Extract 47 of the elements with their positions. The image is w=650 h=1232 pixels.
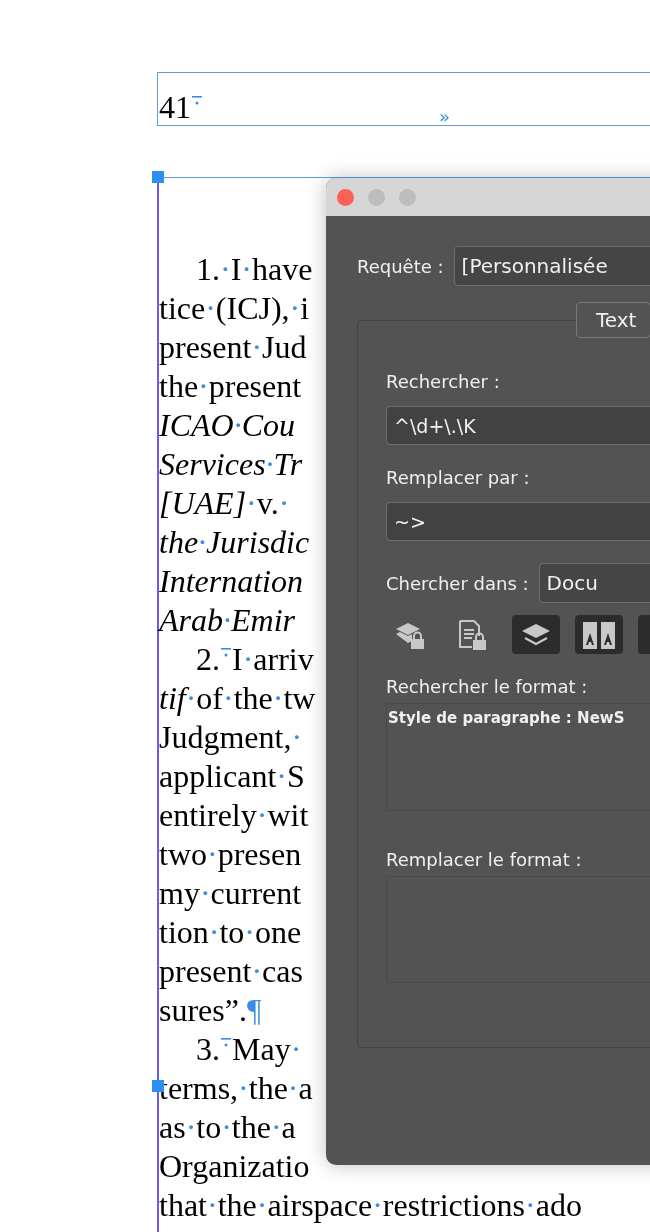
text-line: applicant·S <box>159 758 305 794</box>
text-line: Arab·Emir <box>159 602 295 638</box>
page-number: 41 <box>159 89 191 125</box>
text-line: [UAE]·v.· <box>159 485 290 521</box>
toggle-button[interactable] <box>575 615 623 654</box>
minimize-button[interactable] <box>368 188 385 206</box>
query-label: Requête : <box>357 255 444 277</box>
search-in-label: Chercher dans : <box>386 572 529 594</box>
toggle-button[interactable] <box>512 615 560 654</box>
replace-label: Remplacer par : <box>386 467 530 488</box>
text-line: Services·Tr <box>159 446 303 482</box>
paragraph-number: 3. <box>196 1031 220 1067</box>
query-dropdown[interactable]: [Personnalisée <box>453 246 650 286</box>
close-button[interactable] <box>337 188 354 206</box>
paragraph-number: 2. <box>196 641 220 677</box>
text-line: Internation <box>159 563 303 599</box>
text-line: tion·to·one <box>159 914 302 950</box>
find-format-box[interactable]: Style de paragraphe : NewS <box>386 703 650 811</box>
text-line: two·presen <box>159 836 302 872</box>
find-field[interactable]: ^\d+\.\K <box>386 406 650 445</box>
find-format-label: Rechercher le format : <box>386 676 588 697</box>
find-label: Rechercher : <box>386 371 500 392</box>
overflow-mark: » <box>439 106 450 127</box>
zoom-button[interactable] <box>399 188 416 206</box>
text-line: present·cas <box>159 953 303 989</box>
search-in-dropdown[interactable]: Docu <box>538 563 650 603</box>
frame-handle[interactable] <box>152 171 164 183</box>
text-line: entirely·wit <box>159 797 309 833</box>
text-line: the·present <box>159 368 302 404</box>
text-line: tice·(ICJ),·i <box>159 290 310 326</box>
text-line: tif·of·the·tw <box>159 680 316 716</box>
replace-format-label: Remplacer le format : <box>386 849 582 870</box>
text-line: the·Jurisdic <box>159 524 310 560</box>
tab[interactable]: Text <box>576 302 650 338</box>
text-line: present·Jud <box>159 329 307 365</box>
text-line: sures”.¶ <box>159 992 262 1028</box>
text-line: that·the·airspace·restrictions·ado <box>159 1187 582 1223</box>
text-line: ·I·have <box>220 251 313 287</box>
text-line: as·to·the·a <box>159 1109 296 1145</box>
text-line: Judgment,· <box>159 719 303 755</box>
text-line: Organizatio <box>159 1148 310 1184</box>
replace-field[interactable]: ~> <box>386 502 650 541</box>
text-line: I·arriv <box>232 641 314 677</box>
text-line: my·current <box>159 875 302 911</box>
text-line: May· <box>232 1031 302 1067</box>
text-line: ICAO·Cou <box>159 407 295 443</box>
paragraph-number: 1. <box>196 251 220 287</box>
